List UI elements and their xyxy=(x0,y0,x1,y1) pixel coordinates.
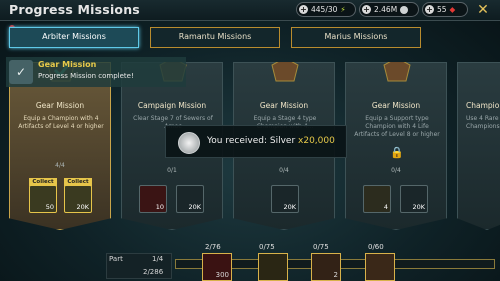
silver-icon xyxy=(400,5,409,14)
silver-reward[interactable]: 20K xyxy=(271,185,299,213)
mission-card[interactable]: Gear Mission Equip a Champion with 4 Art… xyxy=(9,62,111,230)
lightning-icon: ⚡ xyxy=(340,5,346,14)
silver-reward[interactable]: 20K xyxy=(64,185,92,213)
energy-reward[interactable]: 50 xyxy=(29,185,57,213)
tab-ramantu-missions[interactable]: Ramantu Missions xyxy=(150,27,280,48)
checkmark-icon: ✓ xyxy=(9,60,33,84)
tab-arbiter-missions[interactable]: Arbiter Missions xyxy=(9,27,139,48)
mission-description: Equip a Champion with 4 Artifacts of Lev… xyxy=(18,115,104,130)
silver-reward[interactable]: 20K xyxy=(400,185,428,213)
energy-counter[interactable]: + 445/30 ⚡ xyxy=(296,2,356,17)
top-bar: Progress Missions + 445/30 ⚡ + 2.46M + 5… xyxy=(0,0,500,21)
add-energy-button[interactable]: + xyxy=(299,5,308,14)
milestone-reward-scroll[interactable]: 2 xyxy=(311,253,341,281)
mission-description: Use 4 Rare Champions xyxy=(466,115,500,130)
milestone-reward-champion[interactable] xyxy=(365,253,395,281)
artifact-reward[interactable]: 4 xyxy=(363,185,391,213)
mission-description: Equip a Support type Champion with 4 Lif… xyxy=(354,115,440,138)
mission-name: Gear Mission xyxy=(259,101,309,110)
silver-coin-icon xyxy=(178,132,200,154)
mission-name: Champion xyxy=(466,101,500,110)
mission-progress: 4/4 xyxy=(55,162,65,169)
mission-card[interactable]: Champion Use 4 Rare Champions xyxy=(457,62,500,230)
page-title: Progress Missions xyxy=(9,2,140,17)
gem-icon: ◆ xyxy=(449,5,456,14)
mission-name: Gear Mission xyxy=(35,101,85,110)
silver-counter[interactable]: + 2.46M xyxy=(359,2,419,17)
tab-marius-missions[interactable]: Marius Missions xyxy=(291,27,421,48)
part-progress: Part 1/4 2/286 xyxy=(100,251,500,281)
gem-counter[interactable]: + 55 ◆ xyxy=(422,2,468,17)
mission-progress: 0/4 xyxy=(279,167,289,174)
lock-icon: 🔒 xyxy=(390,146,404,159)
milestone-reward-gem[interactable]: 300 xyxy=(202,253,232,281)
reward-received-popup: You received: Silver x20,000 xyxy=(165,125,347,158)
milestone-reward-book[interactable] xyxy=(258,253,288,281)
mission-emblem-icon xyxy=(271,62,299,82)
progress-missions-screen: Progress Missions + 445/30 ⚡ + 2.46M + 5… xyxy=(0,0,500,281)
gem-reward[interactable]: 10 xyxy=(139,185,167,213)
add-gem-button[interactable]: + xyxy=(425,5,434,14)
silver-reward[interactable]: 20K xyxy=(176,185,204,213)
mission-progress: 0/4 xyxy=(391,167,401,174)
add-silver-button[interactable]: + xyxy=(362,5,371,14)
mission-emblem-icon xyxy=(383,62,411,82)
mission-complete-toast: ✓ Gear Mission Progress Mission complete… xyxy=(6,57,186,87)
mission-name: Gear Mission xyxy=(371,101,421,110)
close-icon[interactable]: ✕ xyxy=(474,1,492,19)
mission-name: Campaign Mission xyxy=(137,101,207,110)
mission-progress: 0/1 xyxy=(167,167,177,174)
mission-card[interactable]: Gear Mission Equip a Support type Champi… xyxy=(345,62,447,230)
